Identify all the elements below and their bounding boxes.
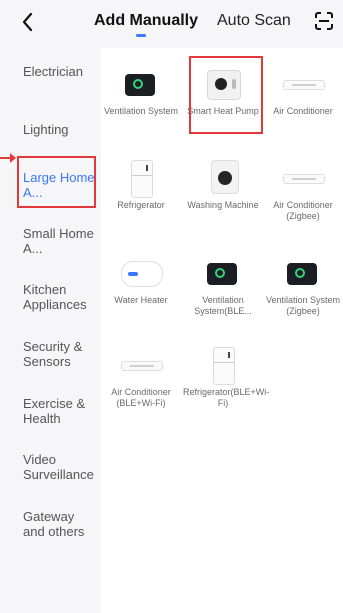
device-ventilation-system[interactable]: Ventilation System bbox=[101, 64, 181, 117]
sidebar-item-electrician[interactable]: Electrician bbox=[23, 64, 97, 79]
ventilation-icon bbox=[101, 64, 181, 104]
device-label: Ventilation System(BLE... bbox=[194, 295, 252, 316]
device-refrigerator[interactable]: Refrigerator bbox=[101, 158, 181, 211]
ac-icon bbox=[101, 345, 181, 385]
device-air-conditioner[interactable]: Air Conditioner bbox=[263, 64, 343, 117]
sidebar-item-video-surveillance[interactable]: Video Surveillance bbox=[23, 452, 97, 482]
device-grid: Ventilation System Smart Heat Pump Air C… bbox=[101, 48, 343, 613]
sidebar-item-gateway-others[interactable]: Gateway and others bbox=[23, 509, 97, 539]
ventilation-icon bbox=[263, 253, 343, 293]
back-button[interactable] bbox=[16, 10, 40, 34]
device-air-conditioner-zigbee[interactable]: Air Conditioner (Zigbee) bbox=[263, 158, 343, 222]
category-sidebar: Electrician Lighting Large Home A... Sma… bbox=[0, 48, 101, 613]
tab-add-manually[interactable]: Add Manually bbox=[94, 12, 198, 30]
device-label: Air Conditioner (BLE+Wi-Fi) bbox=[111, 387, 171, 408]
active-tab-indicator bbox=[136, 34, 146, 37]
scan-icon bbox=[315, 12, 333, 30]
ac-icon bbox=[263, 158, 343, 198]
sidebar-item-exercise-health[interactable]: Exercise & Health bbox=[23, 396, 97, 426]
device-label: Water Heater bbox=[114, 295, 168, 305]
fridge-icon bbox=[101, 158, 181, 198]
sidebar-item-lighting[interactable]: Lighting bbox=[23, 122, 97, 137]
device-label: Washing Machine bbox=[187, 200, 259, 210]
scan-button[interactable] bbox=[313, 10, 335, 32]
device-label: Refrigerator(BLE+Wi-Fi) bbox=[183, 387, 270, 408]
device-ventilation-system-zigbee[interactable]: Ventilation System (Zigbee) bbox=[263, 253, 343, 317]
active-category-highlight bbox=[17, 156, 96, 208]
sidebar-item-kitchen-appliances[interactable]: Kitchen Appliances bbox=[23, 282, 97, 312]
chevron-left-icon bbox=[22, 12, 33, 32]
device-label: Air Conditioner bbox=[273, 106, 333, 116]
device-washing-machine[interactable]: Washing Machine bbox=[183, 158, 263, 211]
header-bar: Add Manually Auto Scan bbox=[0, 0, 343, 48]
device-label: Air Conditioner (Zigbee) bbox=[273, 200, 333, 221]
ventilation-icon bbox=[183, 253, 263, 293]
sidebar-item-small-home-appliances[interactable]: Small Home A... bbox=[23, 226, 97, 256]
device-label: Refrigerator bbox=[117, 200, 165, 210]
tab-auto-scan[interactable]: Auto Scan bbox=[217, 12, 291, 30]
selected-device-highlight bbox=[189, 56, 263, 134]
sidebar-item-security-sensors[interactable]: Security & Sensors bbox=[23, 339, 97, 369]
device-label: Ventilation System (Zigbee) bbox=[265, 295, 341, 316]
washer-icon bbox=[183, 158, 263, 198]
fridge-icon bbox=[183, 345, 263, 385]
device-refrigerator-ble-wifi[interactable]: Refrigerator(BLE+Wi-Fi) bbox=[183, 345, 270, 409]
device-label: Ventilation System bbox=[103, 106, 179, 116]
device-air-conditioner-ble-wifi[interactable]: Air Conditioner (BLE+Wi-Fi) bbox=[101, 345, 181, 409]
ac-icon bbox=[263, 64, 343, 104]
device-water-heater[interactable]: Water Heater bbox=[101, 253, 181, 306]
device-ventilation-system-ble[interactable]: Ventilation System(BLE... bbox=[183, 253, 263, 317]
water-heater-icon bbox=[101, 253, 181, 293]
